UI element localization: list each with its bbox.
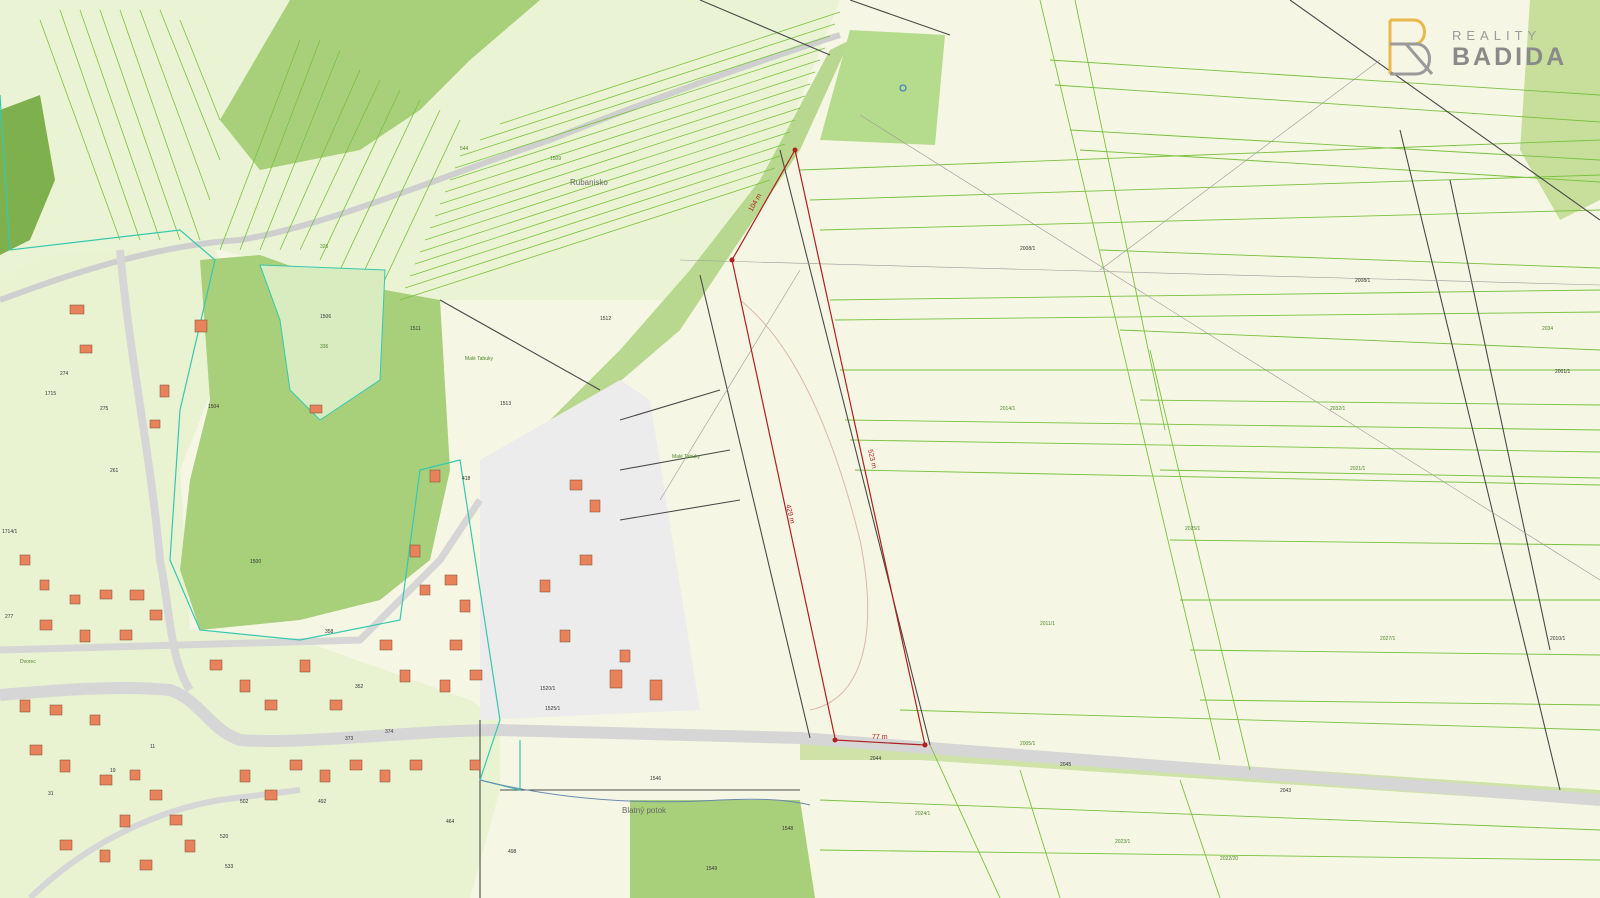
place-rubanisko: Rubanisko — [570, 178, 608, 187]
parcel-352: 352 — [355, 684, 364, 690]
place-village: Dvorec — [20, 659, 36, 665]
parcel-1512: 1512 — [600, 316, 611, 322]
brand-logo[interactable]: REALITY BADIDA — [1384, 16, 1594, 80]
parcel-1520: 1520/1 — [540, 686, 556, 692]
parcel-1715: 1715 — [45, 391, 56, 397]
measure-bottom: 77 m — [872, 734, 888, 741]
parcel-1506: 1506 — [320, 314, 331, 320]
parcel-464: 464 — [446, 819, 455, 825]
parcel-2022: 2022/20 — [1220, 856, 1238, 862]
parcel-2032: 2032/1 — [1330, 406, 1346, 412]
parcel-1500: 1500 — [250, 559, 261, 565]
parcel-1511: 1511 — [410, 326, 421, 332]
parcel-1513: 1513 — [500, 401, 511, 407]
parcel-418: 418 — [462, 476, 471, 482]
parcel-277: 277 — [5, 614, 14, 620]
parcel-1546: 1546 — [650, 776, 661, 782]
parcel-336: 336 — [320, 344, 329, 350]
parcel-2001: 2001/1 — [1555, 369, 1571, 375]
parcel-2043: 2043 — [1280, 788, 1291, 794]
parcel-275: 275 — [100, 406, 109, 412]
parcel-326: 326 — [320, 244, 329, 250]
parcel-502: 502 — [240, 799, 249, 805]
parcel-533: 533 — [225, 864, 234, 870]
cadastral-map[interactable]: 523 m 429 m 77 m 104 m Rubanisko Malé Ta… — [0, 0, 1600, 898]
parcel-2011: 2011/1 — [1040, 621, 1055, 627]
place-stream: Blatný potok — [622, 806, 667, 815]
parcel-492: 492 — [318, 799, 327, 805]
brand-name: BADIDA — [1452, 43, 1568, 71]
parcel-1504: 1504 — [208, 404, 219, 410]
parcel-261: 261 — [110, 468, 119, 474]
parcel-358: 358 — [325, 629, 334, 635]
parcel-374: 374 — [385, 729, 394, 735]
parcel-19: 19 — [110, 768, 116, 774]
parcel-11: 11 — [150, 744, 155, 750]
logo-mark-icon — [1388, 18, 1434, 76]
parcel-2027: 2027/1 — [1380, 636, 1396, 642]
map-canvas: 523 m 429 m 77 m 104 m Rubanisko Malé Ta… — [0, 0, 1600, 898]
parcel-2045: 2045 — [1060, 762, 1071, 768]
parcel-2044: 2044 — [870, 756, 881, 762]
parcel-2034: 2034 — [1542, 326, 1553, 332]
parcel-2008: 2008/1 — [1355, 278, 1371, 284]
parcel-274: 274 — [60, 371, 69, 377]
parcel-544: 544 — [460, 146, 469, 152]
parcel-373: 373 — [345, 736, 354, 742]
parcel-2023: 2023/1 — [1115, 839, 1131, 845]
parcel-1525: 1525/1 — [545, 706, 561, 712]
parcel-1548: 1548 — [782, 826, 793, 832]
parcel-1549: 1549 — [706, 866, 717, 872]
parcel-1714: 1714/1 — [2, 529, 18, 535]
parcel-2021: 2021/1 — [1350, 466, 1366, 472]
parcel-2010: 2010/1 — [1550, 636, 1566, 642]
place-male-tabuky-2: Malé Tabuky — [672, 454, 700, 460]
parcel-2014: 2014/1 — [1000, 406, 1016, 412]
parcel-1509: 1509 — [550, 156, 561, 162]
parcel-31: 31 — [48, 791, 54, 797]
parcel-2008-1: 2008/1 — [1020, 246, 1036, 252]
parcel-2005: 2005/1 — [1020, 741, 1036, 747]
place-male-tabuky-1: Malé Tabuky — [465, 356, 493, 362]
parcel-2025: 2025/1 — [1185, 526, 1201, 532]
parcel-520: 520 — [220, 834, 229, 840]
parcel-498: 498 — [508, 849, 517, 855]
brand-top: REALITY — [1452, 28, 1542, 43]
parcel-2024: 2024/1 — [915, 811, 931, 817]
